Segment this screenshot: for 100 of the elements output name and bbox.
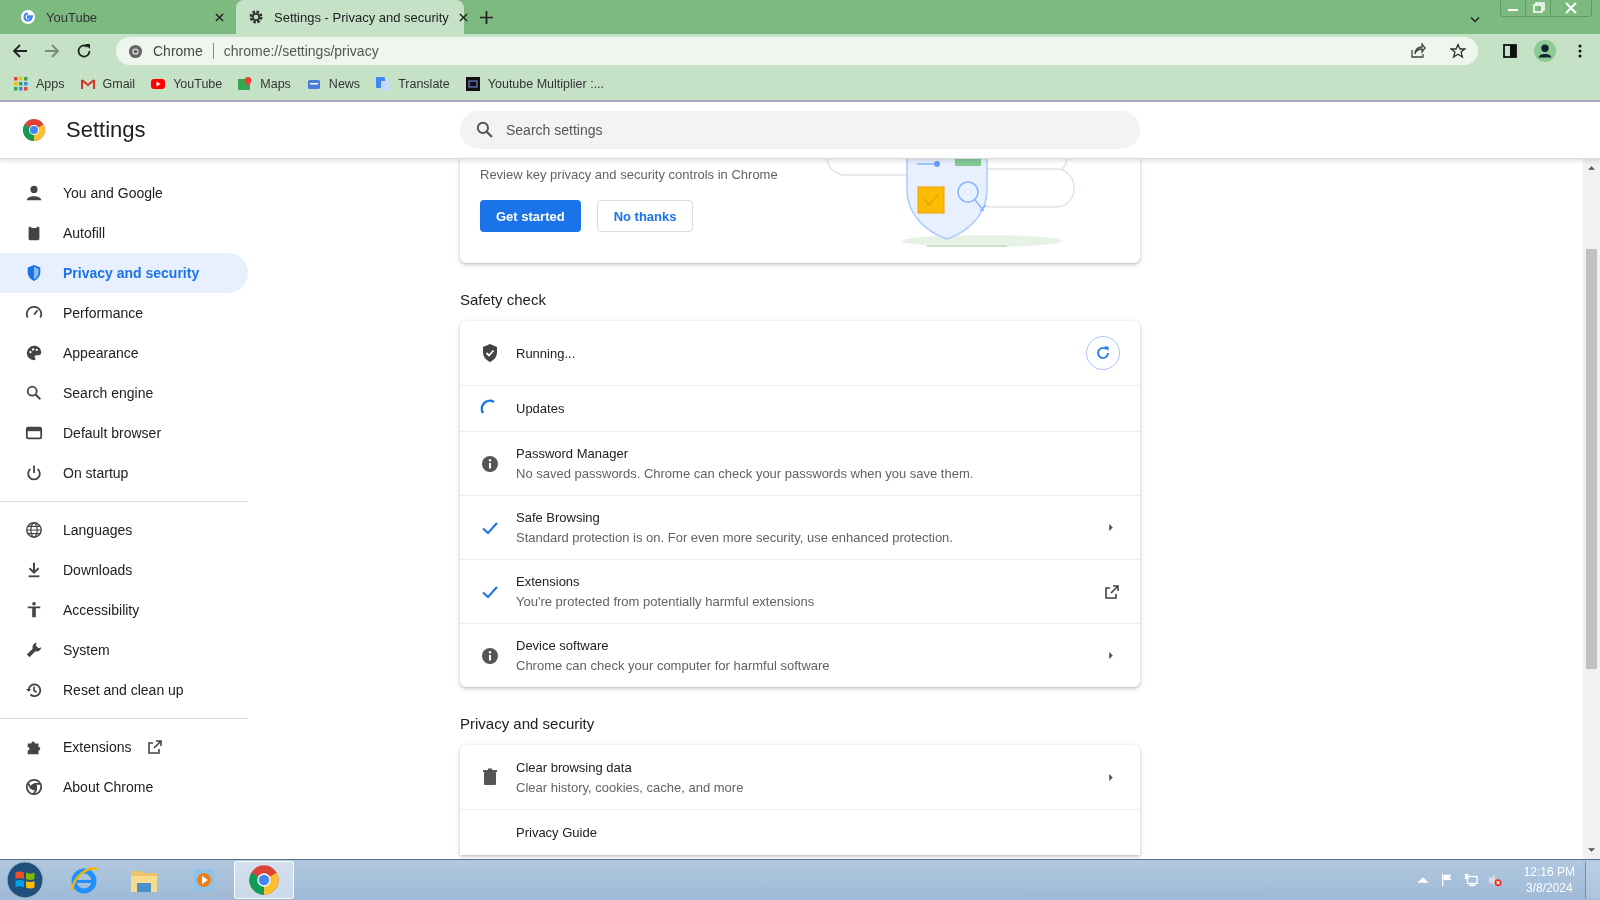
map-pin-icon bbox=[238, 77, 253, 91]
row-title: Device software bbox=[516, 638, 610, 653]
power-icon bbox=[25, 464, 43, 482]
external-link-icon bbox=[147, 739, 164, 755]
trash-icon bbox=[480, 767, 500, 787]
list-row[interactable]: Device software Chrome can check your computer for harmful software bbox=[460, 623, 1140, 687]
sidebar-item[interactable]: Privacy and security bbox=[0, 253, 248, 293]
sidebar-item[interactable]: Search engine bbox=[0, 373, 248, 413]
speaker-muted-icon[interactable] bbox=[1487, 873, 1502, 887]
wrench-icon bbox=[25, 641, 43, 659]
shield-icon bbox=[25, 264, 43, 282]
sidebar-item[interactable]: Extensions bbox=[0, 727, 248, 767]
chrome-logo-icon bbox=[248, 864, 280, 896]
bookmark-link[interactable]: YouTube bbox=[151, 77, 223, 91]
chromelogo-icon bbox=[25, 778, 43, 796]
forward-icon[interactable] bbox=[44, 43, 60, 59]
list-row[interactable]: Extensions You're protected from potentially harmful extensions bbox=[460, 559, 1140, 623]
dismiss-button[interactable]: No thanks bbox=[596, 200, 694, 232]
sidebar-item[interactable]: Reset and clean up bbox=[0, 670, 248, 710]
row-description: You're protected from potentially harmful extensions bbox=[516, 594, 816, 609]
back-icon[interactable] bbox=[12, 43, 28, 59]
page-title: Settings bbox=[66, 117, 146, 143]
palette-icon bbox=[25, 344, 43, 362]
globe-icon bbox=[25, 521, 43, 539]
browser-icon bbox=[25, 424, 43, 442]
sidebar-item[interactable]: Accessibility bbox=[0, 590, 248, 630]
side-panel-icon[interactable] bbox=[1502, 43, 1518, 59]
row-title: Running... bbox=[516, 345, 577, 361]
start-button-icon[interactable] bbox=[6, 861, 44, 899]
list-row[interactable]: Running... bbox=[460, 321, 1140, 385]
list-row[interactable]: Safe Browsing Standard protection is on. For even more security, use enhanced protection. bbox=[460, 495, 1140, 559]
bookmark-link[interactable]: News bbox=[306, 77, 361, 91]
row-title: Password Manager bbox=[516, 446, 629, 461]
bookmark-link[interactable]: Gmail bbox=[80, 77, 136, 91]
chrome-icon bbox=[128, 43, 143, 59]
g-logo-icon bbox=[20, 9, 36, 25]
caret-right-icon[interactable] bbox=[1108, 772, 1114, 782]
sidebar-item[interactable]: Autofill bbox=[0, 213, 248, 253]
sidebar-item[interactable]: About Chrome bbox=[0, 767, 248, 807]
row-description: Chrome can check your computer for harmful software bbox=[516, 658, 831, 673]
bookmark-link[interactable]: Apps bbox=[14, 77, 65, 91]
bookmark-favicon-icon bbox=[465, 77, 480, 91]
search-icon bbox=[25, 384, 43, 402]
person-icon bbox=[25, 184, 43, 202]
translate-icon bbox=[376, 77, 391, 91]
bookmark-link[interactable]: Maps bbox=[238, 77, 291, 91]
bookmark-link[interactable]: Translate bbox=[376, 77, 450, 91]
sidebar-item[interactable]: You and Google bbox=[0, 173, 248, 213]
sidebar-item[interactable]: Performance bbox=[0, 293, 248, 333]
info-icon bbox=[480, 453, 500, 474]
profile-icon[interactable] bbox=[1534, 40, 1556, 62]
get-started-button[interactable]: Get started bbox=[480, 200, 581, 232]
play-icon bbox=[151, 77, 166, 91]
row-description: Standard protection is on. For even more security, use enhanced protection. bbox=[516, 530, 954, 545]
bookmark-link[interactable]: Youtube Multiplier :... bbox=[465, 77, 605, 91]
newspaper-icon bbox=[306, 77, 321, 91]
sidebar-item[interactable]: Downloads bbox=[0, 550, 248, 590]
scrollbar-thumb[interactable] bbox=[1586, 249, 1597, 669]
chrome-logo-icon bbox=[22, 118, 46, 142]
chevron-down-icon[interactable] bbox=[1470, 16, 1480, 23]
refresh-icon bbox=[1095, 345, 1111, 361]
promo-text: Review key privacy and security controls in Chrome bbox=[480, 167, 778, 182]
row-title: Privacy Guide bbox=[516, 825, 598, 840]
address-bar[interactable]: Chrome chrome://settings/privacy bbox=[116, 37, 1478, 65]
scroll-down-icon[interactable] bbox=[1587, 847, 1596, 853]
close-icon[interactable] bbox=[458, 12, 468, 22]
sidebar-item[interactable]: Default browser bbox=[0, 413, 248, 453]
reload-icon[interactable] bbox=[76, 43, 92, 59]
external-link-icon[interactable] bbox=[1104, 583, 1120, 600]
taskbar-app[interactable] bbox=[234, 861, 294, 899]
star-icon[interactable] bbox=[1450, 43, 1466, 59]
tab-title: YouTube bbox=[46, 9, 99, 25]
sidebar-item[interactable]: Languages bbox=[0, 510, 248, 550]
caret-right-icon[interactable] bbox=[1108, 651, 1114, 660]
row-title: Safe Browsing bbox=[516, 510, 601, 525]
scroll-up-icon[interactable] bbox=[1587, 165, 1596, 171]
browser-tab[interactable]: YouTube bbox=[8, 0, 236, 34]
new-tab-icon[interactable] bbox=[480, 11, 493, 24]
sidebar-item[interactable]: Appearance bbox=[0, 333, 248, 373]
shield-check-icon bbox=[480, 343, 500, 363]
rerun-button[interactable] bbox=[1086, 336, 1120, 370]
search-icon bbox=[476, 121, 493, 138]
sidebar-item[interactable]: System bbox=[0, 630, 248, 670]
row-title: Extensions bbox=[516, 574, 581, 589]
tab-title: Settings - Privacy and security bbox=[274, 9, 449, 25]
envelope-icon bbox=[80, 77, 95, 91]
sidebar-item[interactable]: On startup bbox=[0, 453, 248, 493]
grid-icon bbox=[14, 77, 28, 91]
gear-icon bbox=[248, 9, 264, 25]
close-icon[interactable] bbox=[215, 12, 224, 22]
share-icon[interactable] bbox=[1410, 43, 1426, 59]
section-heading: Safety check bbox=[460, 291, 547, 308]
search-field[interactable]: Search settings bbox=[460, 111, 1140, 149]
info-icon bbox=[480, 645, 500, 666]
row-description: No saved passwords. Chrome can check your passwords when you save them. bbox=[516, 466, 975, 481]
e-logo-icon bbox=[68, 864, 100, 896]
list-row[interactable]: Clear browsing data Clear history, cookies, cache, and more bbox=[460, 745, 1140, 809]
row-title: Clear browsing data bbox=[516, 759, 633, 775]
caret-right-icon[interactable] bbox=[1108, 523, 1114, 532]
section-heading: Privacy and security bbox=[460, 715, 596, 732]
